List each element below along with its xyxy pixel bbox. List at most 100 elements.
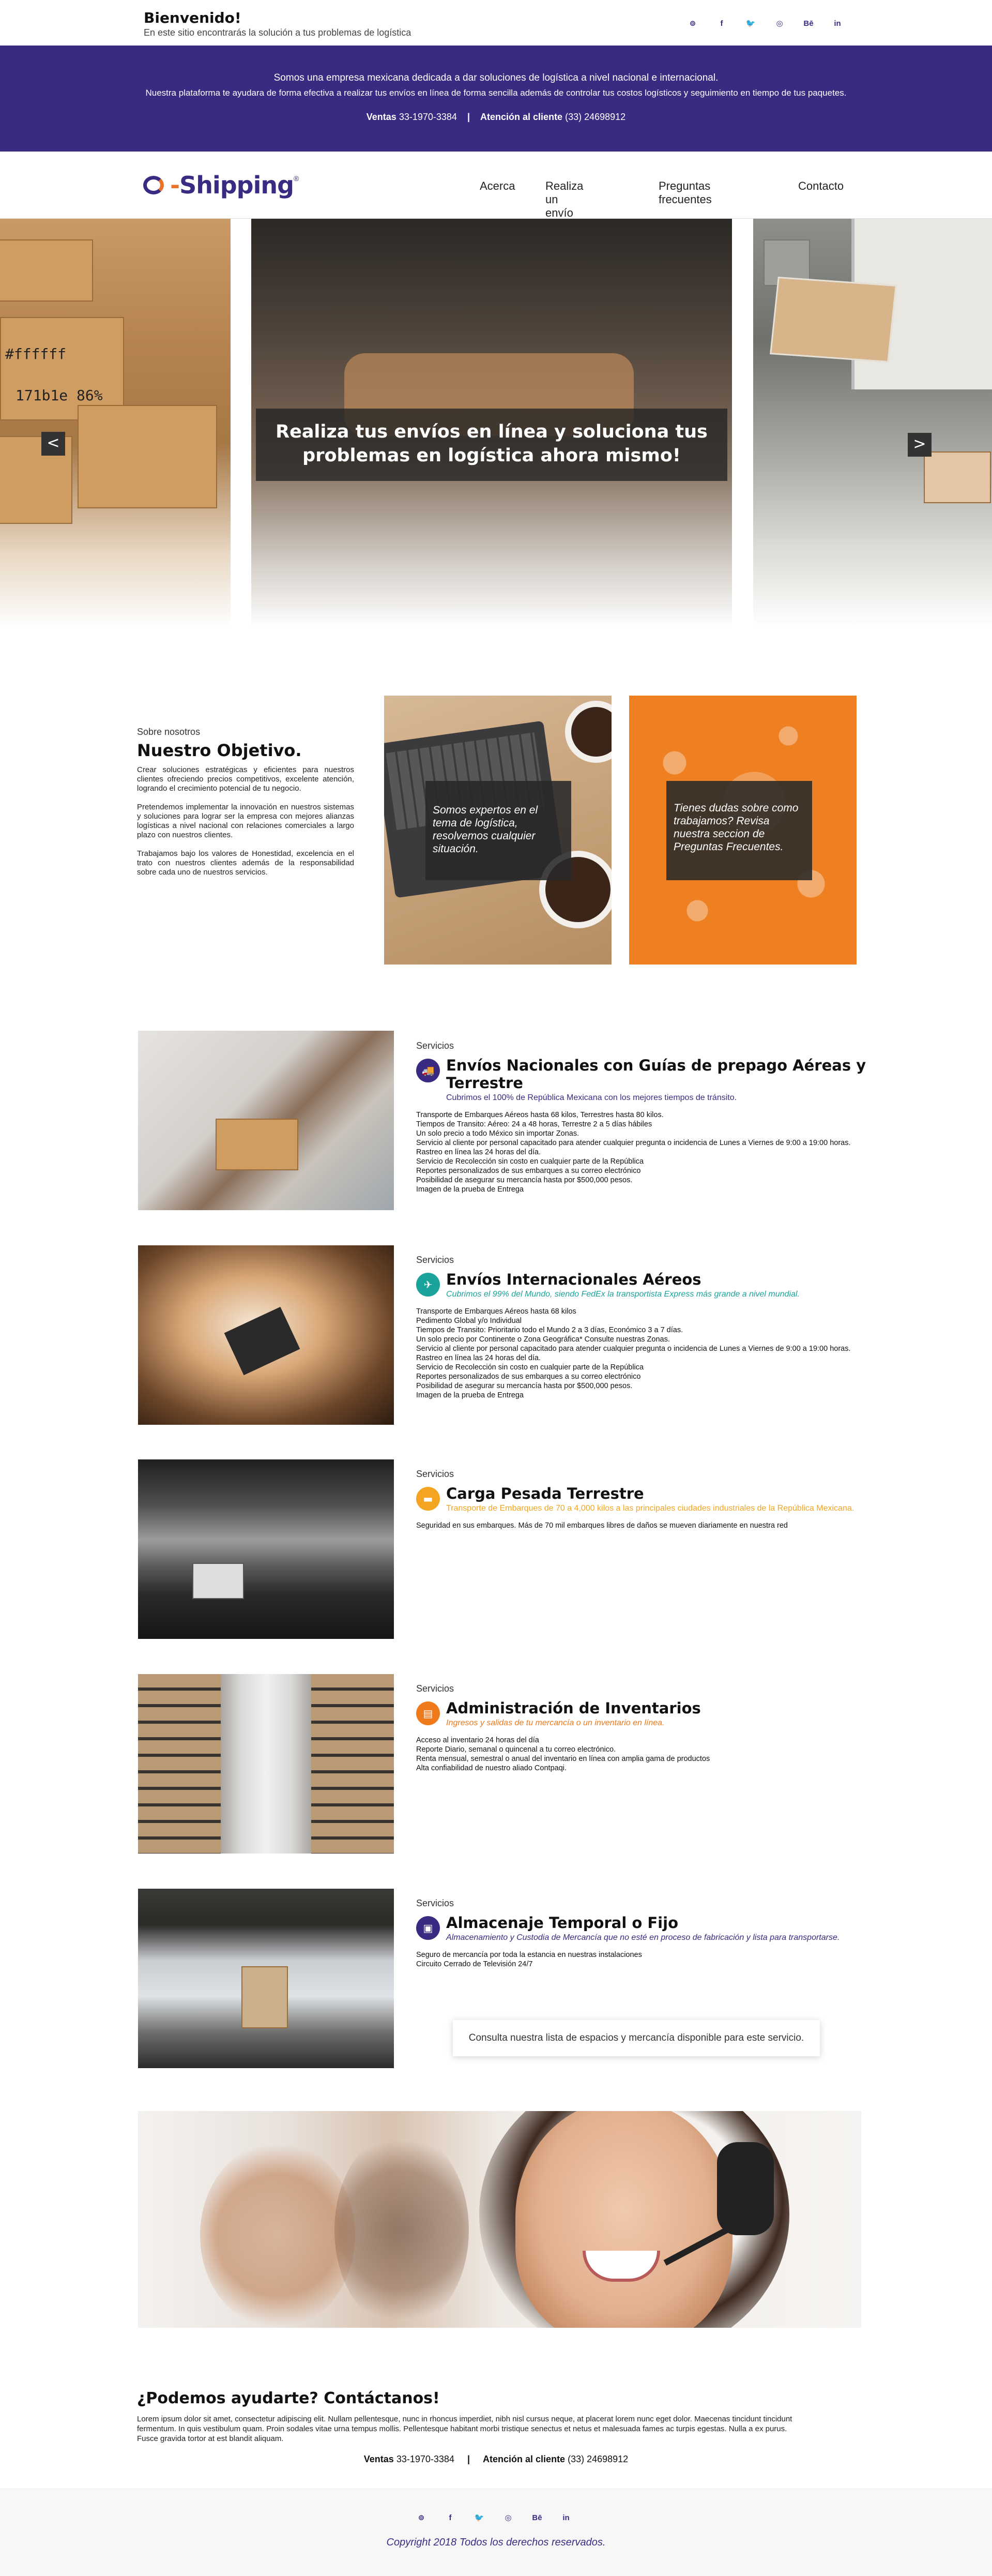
service-subtitle: Cubrimos el 99% del Mundo, siendo FedEx … (446, 1290, 800, 1299)
service-image-storage (138, 1889, 394, 2068)
linkedin-icon[interactable]: in (552, 2513, 581, 2522)
twitter-icon[interactable]: 🐦 (465, 2513, 494, 2522)
support-phone[interactable]: (33) 24698912 (568, 2454, 628, 2464)
cargo-icon: ▬ (416, 1487, 440, 1511)
service-storage: Servicios ▣ Almacenaje Temporal o Fijo A… (416, 1898, 881, 1969)
nav-item-acerca[interactable]: Acerca (480, 179, 515, 193)
warehouse-icon: ▣ (416, 1916, 440, 1940)
support-label: Atención al cliente (483, 2454, 566, 2464)
service-title: Almacenaje Temporal o Fijo (446, 1914, 678, 1932)
contact-text: Lorem ipsum dolor sit amet, consectetur … (137, 2415, 792, 2443)
support-label: Atención al cliente (480, 112, 563, 122)
intro-banner: Somos una empresa mexicana dedicada a da… (0, 46, 992, 152)
service-subtitle: Almacenamiento y Custodia de Mercancía q… (446, 1933, 840, 1942)
service-national: Servicios 🚚 Envíos Nacionales con Guías … (416, 1041, 881, 1194)
sales-label: Ventas (366, 112, 396, 122)
greeting-block: Bienvenido! En este sitio encontrarás la… (144, 9, 411, 38)
service-international: Servicios ✈ Envíos Internacionales Aéreo… (416, 1255, 881, 1400)
sales-label: Ventas (363, 2454, 394, 2464)
service-details: Transporte de Embarques Aéreos hasta 68 … (416, 1307, 851, 1399)
hero-slider: #ffffff 171b1e 86% Realiza tus envíos en… (0, 219, 992, 627)
nav-item-preguntas[interactable]: Preguntas frecuentes (659, 179, 712, 206)
footer: ⊚ f 🐦 ◎ Bē in Copyright 2018 Todos los d… (0, 2489, 992, 2576)
logo-registered: ® (294, 174, 299, 183)
service-subtitle: Cubrimos el 100% de República Mexicana c… (446, 1093, 737, 1102)
airplane-icon: ✈ (416, 1273, 440, 1297)
service-details: Seguridad en sus embarques. Más de 70 mi… (416, 1522, 788, 1530)
top-bar: Bienvenido! En este sitio encontrarás la… (0, 0, 992, 46)
logo-mark (142, 174, 169, 197)
behance-icon[interactable]: Bē (794, 19, 823, 28)
behance-icon[interactable]: Bē (523, 2513, 552, 2522)
service-label: Servicios (416, 1255, 454, 1265)
inventory-icon: ▤ (416, 1701, 440, 1725)
service-details: Seguro de mercancía por toda la estancia… (416, 1951, 642, 1968)
service-title: Envíos Internacionales Aéreos (446, 1271, 701, 1288)
support-phone[interactable]: (33) 24698912 (565, 112, 625, 122)
facebook-icon[interactable]: f (707, 19, 736, 28)
sales-phone[interactable]: 33-1970-3384 (399, 112, 457, 122)
box-label-2: 171b1e 86% (16, 387, 103, 404)
truck-icon: 🚚 (416, 1059, 440, 1082)
service-image-heavy-cargo (138, 1459, 394, 1639)
slide-caption: Realiza tus envíos en línea y soluciona … (256, 409, 727, 481)
banner-contact: Ventas 33-1970-3384 | Atención al client… (0, 112, 992, 123)
banner-line-2: Nuestra plataforma te ayudara de forma e… (145, 88, 847, 98)
linkedin-icon[interactable]: in (823, 19, 852, 28)
twitter-icon[interactable]: 🐦 (736, 19, 765, 28)
contact-phones: Ventas 33-1970-3384 | Atención al client… (0, 2454, 992, 2465)
service-heavy-cargo: Servicios ▬ Carga Pesada Terrestre Trans… (416, 1469, 881, 1530)
nav-item-realiza-envio[interactable]: Realiza un envío (545, 179, 583, 220)
greeting-tagline: En este sitio encontrarás la solución a … (144, 27, 411, 38)
box-label-1: #ffffff (5, 345, 67, 363)
service-label: Servicios (416, 1898, 454, 1908)
experts-card[interactable]: Somos expertos en el tema de logística, … (384, 696, 612, 965)
service-image-inventory (138, 1674, 394, 1854)
social-links-top: ⊚ f 🐦 ◎ Bē in (678, 19, 852, 28)
logo-wordmark: -Shipping (170, 171, 294, 199)
greeting-title: Bienvenido! (144, 9, 241, 26)
main-nav: -Shipping ® Acerca Realiza un envío Preg… (0, 152, 992, 219)
dribbble-icon[interactable]: ⊚ (678, 19, 707, 28)
service-title: Carga Pesada Terrestre (446, 1485, 644, 1502)
experts-card-text: Somos expertos en el tema de logística, … (425, 781, 571, 880)
slider-prev-button[interactable]: < (41, 432, 65, 456)
dribbble-icon[interactable]: ⊚ (407, 2513, 436, 2522)
slide-boxes: #ffffff 171b1e 86% (0, 219, 231, 627)
nav-item-contacto[interactable]: Contacto (798, 179, 844, 193)
contact-title: ¿Podemos ayudarte? Contáctanos! (137, 2389, 440, 2407)
social-links-footer: ⊚ f 🐦 ◎ Bē in (407, 2513, 581, 2523)
service-subtitle: Ingresos y salidas de tu mercancía o un … (446, 1719, 665, 1727)
facebook-icon[interactable]: f (436, 2513, 465, 2522)
slider-next-button[interactable]: > (908, 433, 932, 457)
separator: | (467, 2454, 470, 2464)
sales-phone[interactable]: 33-1970-3384 (396, 2454, 454, 2464)
separator: | (467, 112, 470, 122)
about-label: Sobre nosotros (137, 727, 201, 737)
slide-van (753, 219, 992, 627)
service-details: Transporte de Embarques Aéreos hasta 68 … (416, 1111, 851, 1194)
service-inventory: Servicios ▤ Administración de Inventario… (416, 1683, 881, 1773)
about-paragraph-1: Crear soluciones estratégicas y eficient… (137, 765, 354, 793)
service-details: Acceso al inventario 24 horas del día Rep… (416, 1736, 710, 1772)
about-title: Nuestro Objetivo. (137, 741, 302, 760)
service-image-international (138, 1245, 394, 1425)
storage-availability-link[interactable]: Consulta nuestra lista de espacios y mer… (453, 2020, 820, 2056)
customer-service-image (138, 2111, 861, 2328)
about-paragraph-2: Pretendemos implementar la innovación en… (137, 803, 354, 839)
service-subtitle: Transporte de Embarques de 70 a 4,000 ki… (446, 1504, 854, 1513)
service-label: Servicios (416, 1683, 454, 1694)
instagram-icon[interactable]: ◎ (494, 2513, 523, 2522)
faq-card[interactable]: Tienes dudas sobre como trabajamos? Revi… (629, 696, 857, 965)
service-title: Administración de Inventarios (446, 1699, 701, 1717)
copyright: Copyright 2018 Todos los derechos reserv… (386, 2537, 606, 2548)
logo[interactable]: -Shipping ® (142, 171, 299, 199)
instagram-icon[interactable]: ◎ (765, 19, 794, 28)
service-label: Servicios (416, 1041, 454, 1051)
service-label: Servicios (416, 1469, 454, 1479)
banner-line-1: Somos una empresa mexicana dedicada a da… (273, 72, 719, 83)
about-paragraph-3: Trabajamos bajo los valores de Honestida… (137, 849, 354, 877)
service-image-national (138, 1031, 394, 1210)
about-text: Crear soluciones estratégicas y eficient… (137, 765, 354, 886)
faq-card-text: Tienes dudas sobre como trabajamos? Revi… (666, 781, 812, 880)
